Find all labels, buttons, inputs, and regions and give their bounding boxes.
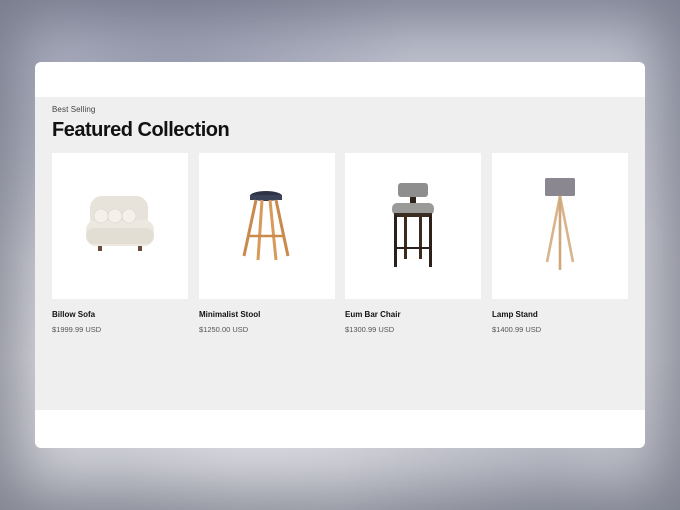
sofa-icon <box>86 196 154 251</box>
product-price: $1400.99 USD <box>492 325 542 334</box>
product-card-lamp-stand[interactable]: Lamp Stand $1400.99 USD <box>492 153 628 334</box>
bar-chair-icon <box>392 183 434 267</box>
product-name[interactable]: Eum Bar Chair <box>345 310 481 319</box>
product-image[interactable] <box>492 153 628 299</box>
product-image[interactable] <box>345 153 481 299</box>
section-eyebrow: Best Selling <box>52 105 96 114</box>
section-title: Featured Collection <box>52 119 230 141</box>
collection-card: Best Selling Featured Collection Billow … <box>35 62 645 448</box>
stool-icon <box>242 191 290 261</box>
product-price: $1250.00 USD <box>199 325 249 334</box>
product-price: $1300.99 USD <box>345 325 395 334</box>
product-image[interactable] <box>52 153 188 299</box>
product-price: $1999.99 USD <box>52 325 102 334</box>
product-card-minimalist-stool[interactable]: Minimalist Stool $1250.00 USD <box>199 153 335 334</box>
product-name[interactable]: Lamp Stand <box>492 310 628 319</box>
product-image[interactable] <box>199 153 335 299</box>
product-card-eum-bar-chair[interactable]: Eum Bar Chair $1300.99 USD <box>345 153 481 334</box>
product-name[interactable]: Minimalist Stool <box>199 310 335 319</box>
product-name[interactable]: Billow Sofa <box>52 310 188 319</box>
lamp-icon <box>545 178 575 270</box>
product-card-billow-sofa[interactable]: Billow Sofa $1999.99 USD <box>52 153 188 334</box>
